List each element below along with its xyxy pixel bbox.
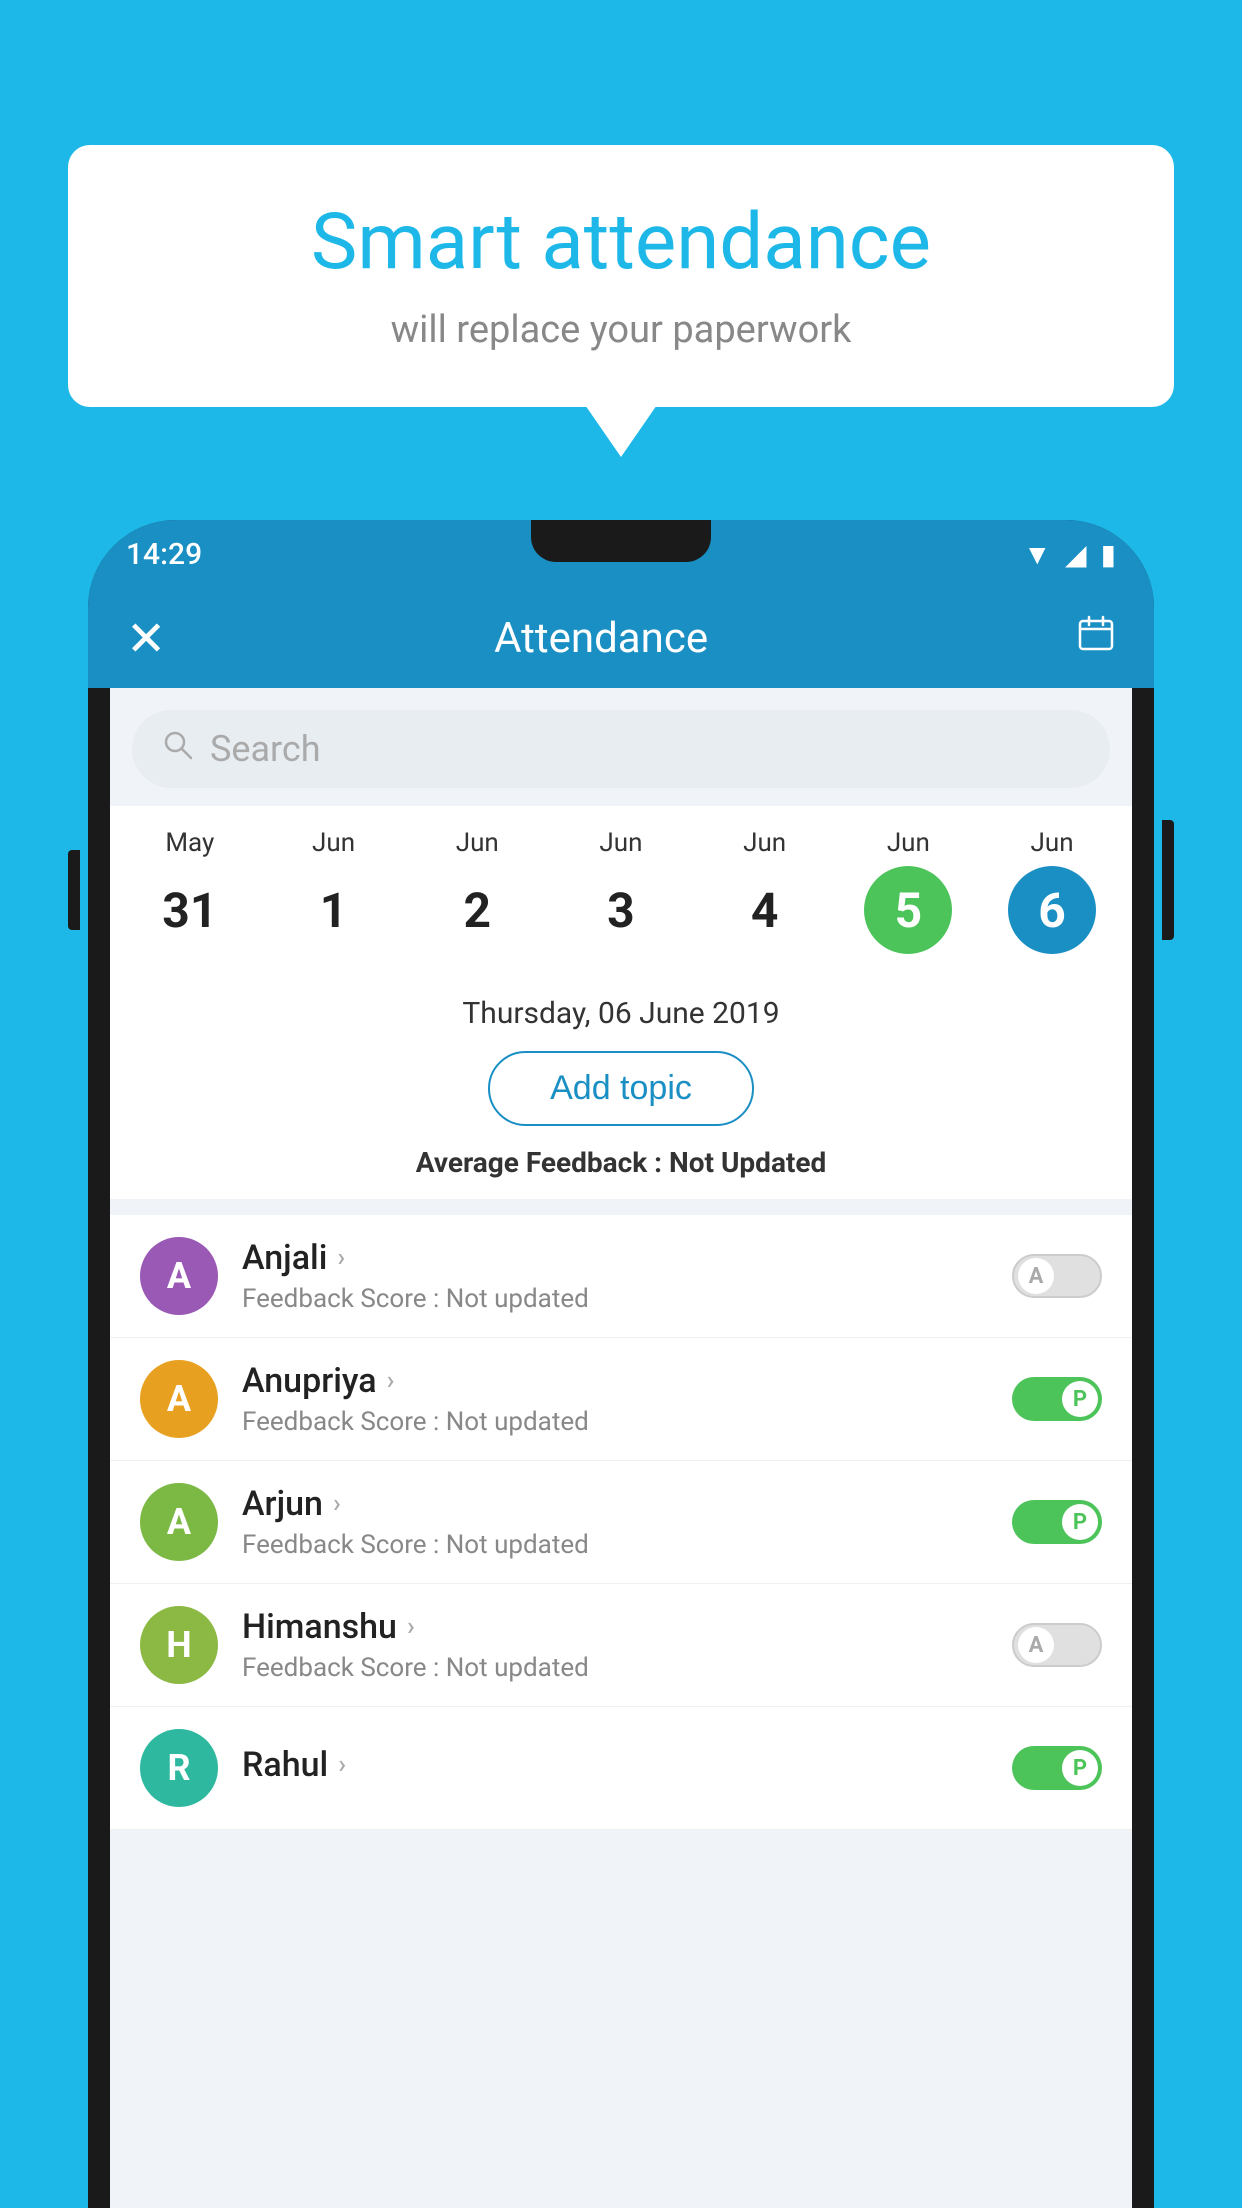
month-label: Jun [743,828,786,858]
student-info: Arjun › Feedback Score : Not updated [242,1484,1012,1560]
attendance-toggle[interactable]: A [1012,1623,1102,1667]
date-cell[interactable]: May 31 [130,828,250,954]
attendance-toggle[interactable]: P [1012,1746,1102,1790]
search-icon [162,728,194,770]
day-number[interactable]: 3 [577,866,665,954]
phone-side-right [1162,820,1174,940]
feedback-score: Feedback Score : Not updated [242,1407,1012,1437]
status-time: 14:29 [126,537,202,572]
avg-feedback-label: Average Feedback : [416,1146,662,1179]
month-label: Jun [887,828,930,858]
toggle-knob: P [1062,1504,1098,1540]
search-bar[interactable]: Search [132,710,1110,788]
calendar-icon[interactable] [1076,613,1116,663]
avg-feedback-value: Not Updated [669,1146,826,1179]
chevron-right-icon: › [337,1243,345,1273]
average-feedback: Average Feedback : Not Updated [110,1146,1132,1199]
toggle-wrapper: P [1012,1746,1102,1790]
month-label: Jun [312,828,355,858]
date-row: May 31 Jun 1 Jun 2 Jun 3 Jun 4 Jun 5 Jun 6 [110,828,1132,954]
date-cell[interactable]: Jun 4 [705,828,825,954]
day-number[interactable]: 5 [864,866,952,954]
student-name: Anjali › [242,1238,1012,1278]
student-name: Himanshu › [242,1607,1012,1647]
avatar: H [140,1606,218,1684]
bubble-title: Smart attendance [128,200,1114,286]
day-number[interactable]: 2 [433,866,521,954]
feedback-score: Feedback Score : Not updated [242,1530,1012,1560]
student-item[interactable]: AAnjali ›Feedback Score : Not updatedA [110,1215,1132,1338]
toggle-wrapper: P [1012,1500,1102,1544]
student-info: Anupriya › Feedback Score : Not updated [242,1361,1012,1437]
student-info: Anjali › Feedback Score : Not updated [242,1238,1012,1314]
date-cell[interactable]: Jun 3 [561,828,681,954]
toggle-wrapper: P [1012,1377,1102,1421]
bubble-subtitle: will replace your paperwork [128,308,1114,352]
attendance-toggle[interactable]: P [1012,1377,1102,1421]
avatar: A [140,1483,218,1561]
toggle-knob: P [1062,1381,1098,1417]
month-label: May [165,828,214,858]
add-topic-button[interactable]: Add topic [488,1051,754,1126]
app-bar: ✕ Attendance [88,588,1154,688]
speech-bubble-wrapper: Smart attendance will replace your paper… [68,145,1174,407]
battery-icon: ▮ [1101,538,1116,571]
date-cell[interactable]: Jun 1 [274,828,394,954]
toggle-wrapper: A [1012,1623,1102,1667]
month-label: Jun [456,828,499,858]
phone-notch [531,520,711,562]
student-name: Arjun › [242,1484,1012,1524]
day-number[interactable]: 4 [721,866,809,954]
feedback-score: Feedback Score : Not updated [242,1284,1012,1314]
selected-date-text: Thursday, 06 June 2019 [462,996,779,1031]
app-bar-title: Attendance [126,614,1076,663]
month-label: Jun [599,828,642,858]
avatar: A [140,1360,218,1438]
toggle-knob: A [1018,1627,1054,1663]
date-cell[interactable]: Jun 5 [848,828,968,954]
toggle-knob: P [1062,1750,1098,1786]
student-item[interactable]: H Himanshu › Feedback Score : Not updatedA [110,1584,1132,1707]
chevron-right-icon: › [407,1612,415,1642]
phone-side-left [68,850,80,930]
phone-screen: Search May 31 Jun 1 Jun 2 Jun 3 Jun 4 Jun 5 Jun 6 Thu… [110,688,1132,2208]
chevron-right-icon: › [333,1489,341,1519]
student-name: Anupriya › [242,1361,1012,1401]
wifi-icon: ▼ [1023,538,1051,571]
date-display: Thursday, 06 June 2019 [110,976,1132,1031]
attendance-toggle[interactable]: P [1012,1500,1102,1544]
chevron-right-icon: › [338,1750,346,1780]
student-item[interactable]: R Rahul › P [110,1707,1132,1830]
student-item[interactable]: A Arjun › Feedback Score : Not updated P [110,1461,1132,1584]
avatar: A [140,1237,218,1315]
speech-bubble: Smart attendance will replace your paper… [68,145,1174,407]
calendar-row: May 31 Jun 1 Jun 2 Jun 3 Jun 4 Jun 5 Jun 6 [110,806,1132,976]
month-label: Jun [1031,828,1074,858]
student-name: Rahul › [242,1745,1012,1785]
student-item[interactable]: A Anupriya › Feedback Score : Not updated P [110,1338,1132,1461]
avatar: R [140,1729,218,1807]
day-number[interactable]: 1 [290,866,378,954]
phone-frame: 14:29 ▼ ◢ ▮ ✕ Attendance [88,520,1154,2208]
signal-icon: ◢ [1065,538,1087,571]
day-number[interactable]: 31 [146,866,234,954]
chevron-right-icon: › [387,1366,395,1396]
date-cell[interactable]: Jun 2 [417,828,537,954]
attendance-toggle[interactable]: A [1012,1254,1102,1298]
toggle-knob: A [1018,1258,1054,1294]
day-number[interactable]: 6 [1008,866,1096,954]
status-icons: ▼ ◢ ▮ [1023,538,1116,571]
student-info: Himanshu › Feedback Score : Not updated [242,1607,1012,1683]
feedback-score: Feedback Score : Not updated [242,1653,1012,1683]
toggle-wrapper: A [1012,1254,1102,1298]
student-info: Rahul › [242,1745,1012,1791]
add-topic-wrapper: Add topic [110,1031,1132,1146]
date-cell[interactable]: Jun 6 [992,828,1112,954]
search-placeholder: Search [210,728,321,770]
student-list: AAnjali ›Feedback Score : Not updatedAAA… [110,1215,1132,1830]
